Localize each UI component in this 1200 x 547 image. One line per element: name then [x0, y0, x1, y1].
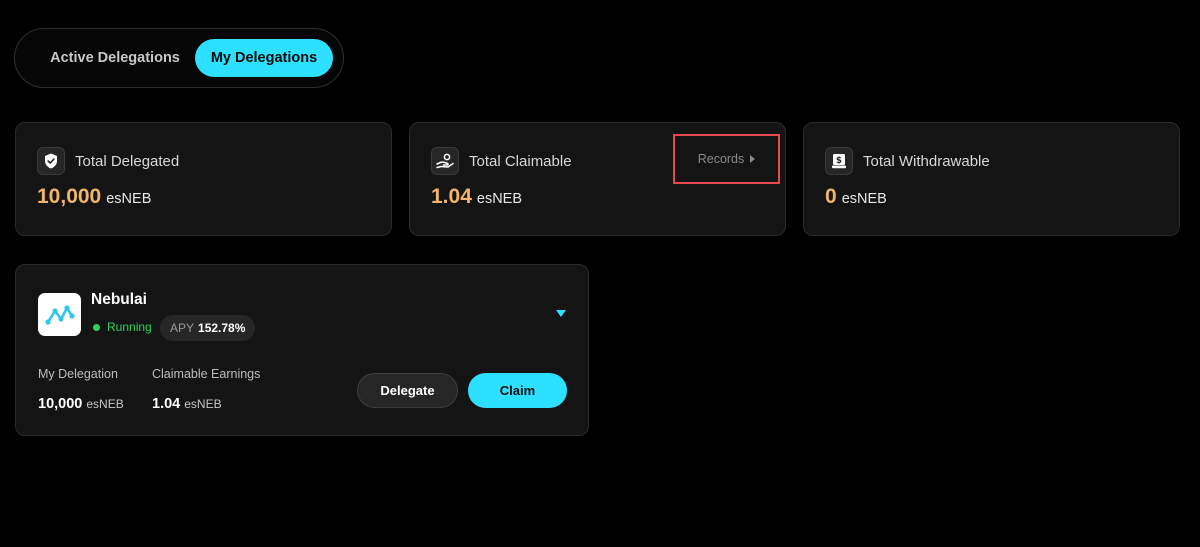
- total-claimable-header: Total Claimable: [431, 147, 572, 175]
- records-link[interactable]: Records: [673, 134, 780, 184]
- my-delegation-amount: 10,000: [38, 396, 83, 412]
- node-status: Running: [93, 320, 152, 334]
- nebulai-logo-icon: [38, 293, 81, 336]
- total-claimable-value: 1.04 esNEB: [431, 185, 522, 209]
- my-delegation-label: My Delegation: [38, 367, 118, 381]
- apy-label: APY: [170, 321, 195, 335]
- my-delegation-unit: esNEB: [86, 397, 124, 411]
- claimable-earnings-label: Claimable Earnings: [152, 367, 261, 381]
- shield-check-icon: [37, 147, 65, 175]
- wallet-icon: $: [825, 147, 853, 175]
- chevron-right-icon: [750, 155, 756, 163]
- tab-active-delegations[interactable]: Active Delegations: [27, 39, 203, 77]
- status-text: Running: [107, 320, 152, 334]
- total-claimable-card: Total Claimable Records 1.04 esNEB: [409, 122, 786, 236]
- total-withdrawable-amount: 0: [825, 185, 837, 208]
- claimable-earnings-amount: 1.04: [152, 396, 181, 412]
- total-withdrawable-value: 0 esNEB: [825, 185, 887, 209]
- status-dot-icon: [93, 323, 100, 331]
- apy-badge: APY 152.78%: [160, 315, 256, 341]
- total-delegated-card: Total Delegated 10,000 esNEB: [15, 122, 392, 236]
- total-claimable-amount: 1.04: [431, 185, 472, 208]
- claimable-earnings-unit: esNEB: [184, 397, 222, 411]
- apy-value: 152.78%: [198, 321, 246, 335]
- delegation-tabs: Active Delegations My Delegations: [14, 28, 344, 88]
- my-delegation-value: 10,000 esNEB: [38, 396, 124, 412]
- total-delegated-unit: esNEB: [106, 191, 152, 207]
- total-claimable-unit: esNEB: [476, 191, 523, 207]
- node-card: Nebulai Running APY 152.78% My Delegatio…: [15, 264, 589, 436]
- node-name: Nebulai: [91, 291, 147, 308]
- total-delegated-amount: 10,000: [37, 185, 102, 208]
- tab-my-delegations[interactable]: My Delegations: [195, 39, 333, 77]
- hand-coin-icon: [431, 147, 459, 175]
- total-withdrawable-card: $ Total Withdrawable 0 esNEB: [803, 122, 1180, 236]
- claimable-earnings-value: 1.04 esNEB: [152, 396, 222, 412]
- claim-button[interactable]: Claim: [468, 373, 567, 408]
- total-withdrawable-title: Total Withdrawable: [863, 152, 990, 170]
- records-label: Records: [697, 152, 745, 166]
- total-claimable-title: Total Claimable: [469, 152, 572, 170]
- total-withdrawable-unit: esNEB: [841, 191, 887, 207]
- total-delegated-header: Total Delegated: [37, 147, 179, 175]
- total-delegated-title: Total Delegated: [75, 152, 180, 170]
- expand-caret-icon[interactable]: [556, 310, 566, 317]
- svg-text:$: $: [836, 156, 842, 166]
- total-withdrawable-header: $ Total Withdrawable: [825, 147, 990, 175]
- total-delegated-value: 10,000 esNEB: [37, 185, 151, 209]
- delegate-button[interactable]: Delegate: [357, 373, 458, 408]
